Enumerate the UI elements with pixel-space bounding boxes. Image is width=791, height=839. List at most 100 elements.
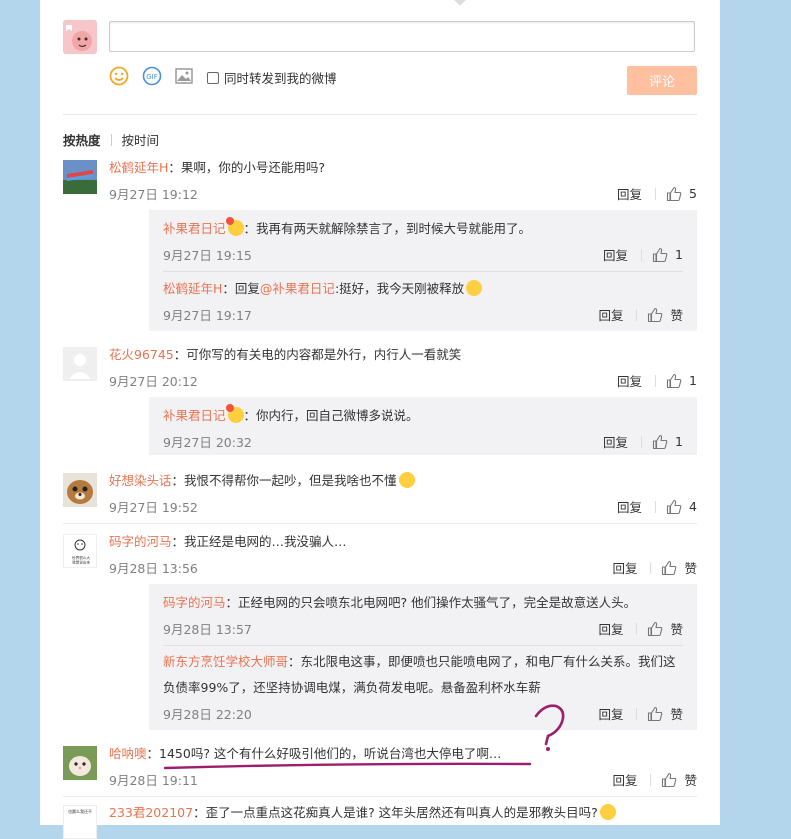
username-link[interactable]: 松鹤延年H xyxy=(163,281,222,296)
username-link[interactable]: 补果君日记 xyxy=(163,221,226,236)
thumbs-up-icon xyxy=(652,434,668,449)
reply-thread: 补果君日记 ：你内行，回自己微博多说说。 9月27日 20:32 回复 1 xyxy=(149,397,697,455)
like-count: 4 xyxy=(689,499,697,514)
thumbs-up-icon xyxy=(648,307,663,322)
action-separator xyxy=(655,374,657,387)
reply-button[interactable]: 回复 xyxy=(617,497,642,516)
like-button[interactable]: 1 xyxy=(652,434,683,450)
action-separator xyxy=(641,248,643,261)
laughing-emoji-icon xyxy=(466,280,483,296)
comment-item: 好想染头话：我恨不得帮你一起吵，但是我啥也不懂 9月27日 19:52 回复 4 xyxy=(63,471,697,521)
image-icon[interactable] xyxy=(174,66,194,86)
like-label: 赞 xyxy=(670,622,683,637)
comment-panel: GIF 同时转发到我的微博 评论 按热度 按时间 松鹤延年H：果啊，你的小号还能… xyxy=(40,0,720,839)
comment-item: 哈呐噢：1450吗? 这个有什么好吸引他们的，听说台湾也大停电了啊… 9月28日… xyxy=(63,744,697,794)
username-link[interactable]: 码字的河马 xyxy=(109,534,172,549)
reply-button[interactable]: 回复 xyxy=(598,704,623,723)
thumbs-up-icon xyxy=(648,621,663,636)
action-separator xyxy=(636,707,638,720)
reply-button[interactable]: 回复 xyxy=(612,558,637,577)
comment-input[interactable] xyxy=(109,21,695,52)
reply-thread: 码字的河马：正经电网的只会喷东北电网吧? 他们操作太骚气了，完全是故意送人头。 … xyxy=(149,584,697,730)
emoji-icon[interactable] xyxy=(109,66,129,86)
reply-button[interactable]: 回复 xyxy=(617,184,642,203)
like-count: 1 xyxy=(675,247,683,262)
thumbs-up-icon xyxy=(666,373,682,388)
fire-emoji-icon xyxy=(225,217,244,236)
mention-link[interactable]: @补果君日记 xyxy=(260,281,335,296)
forward-option[interactable]: 同时转发到我的微博 xyxy=(207,68,337,87)
username-link[interactable]: 花火96745 xyxy=(109,347,174,362)
reply-time: 9月28日 13:57 xyxy=(163,622,252,637)
action-separator xyxy=(655,500,657,513)
reply-button[interactable]: 回复 xyxy=(617,371,642,390)
action-separator xyxy=(650,773,652,786)
reply-item: 码字的河马：正经电网的只会喷东北电网吧? 他们操作太骚气了，完全是故意送人头。 … xyxy=(163,595,683,638)
thumbs-up-icon xyxy=(666,186,682,201)
reply-button[interactable]: 回复 xyxy=(603,432,628,451)
avatar-caption: 也晨么我还不 xyxy=(68,809,92,814)
username-link[interactable]: 233君202107 xyxy=(109,805,193,820)
sort-by-hot-tab[interactable]: 按热度 xyxy=(63,130,101,149)
like-label: 赞 xyxy=(670,308,683,323)
username-link[interactable]: 哈呐噢 xyxy=(109,746,147,761)
avatar[interactable] xyxy=(63,473,97,507)
comment-text: 哈呐噢：1450吗? 这个有什么好吸引他们的，听说台湾也大停电了啊… xyxy=(109,746,502,761)
crying-emoji-icon xyxy=(398,472,415,488)
reply-time: 9月27日 19:17 xyxy=(163,308,252,323)
avatar[interactable]: 也晨么我还不 xyxy=(63,805,97,839)
forward-checkbox[interactable] xyxy=(207,71,219,84)
fire-emoji-icon xyxy=(225,404,244,423)
reply-button[interactable]: 回复 xyxy=(598,305,623,324)
like-button[interactable]: 赞 xyxy=(647,305,683,324)
thumbs-up-icon xyxy=(662,560,677,575)
like-button[interactable]: 1 xyxy=(652,247,683,263)
composer-avatar xyxy=(63,20,97,54)
like-button[interactable]: 赞 xyxy=(661,558,697,577)
gif-icon[interactable]: GIF xyxy=(142,66,162,86)
action-separator xyxy=(636,622,638,635)
username-link[interactable]: 新东方烹饪学校大师哥 xyxy=(163,654,288,669)
thumbs-up-icon xyxy=(652,247,668,262)
avatar[interactable] xyxy=(63,746,97,780)
username-link[interactable]: 补果君日记 xyxy=(163,408,226,423)
thinking-emoji-icon xyxy=(599,804,616,820)
like-button[interactable]: 4 xyxy=(666,499,697,515)
reply-button[interactable]: 回复 xyxy=(612,770,637,789)
avatar[interactable]: 世界很么大 我想说出来 xyxy=(63,534,97,568)
reply-divider xyxy=(163,645,683,646)
username-link[interactable]: 好想染头话 xyxy=(109,473,172,488)
comment-divider xyxy=(63,523,697,524)
thumbs-up-icon xyxy=(662,772,677,787)
comment-time: 9月28日 13:56 xyxy=(109,561,198,576)
sort-separator xyxy=(110,133,112,146)
like-button[interactable]: 赞 xyxy=(661,770,697,789)
like-button[interactable]: 赞 xyxy=(647,704,683,723)
reply-text-continued: 负债率99%了，还坚持协调电煤，满负荷发电呢。悬备盈利杯水车薪 xyxy=(163,680,541,695)
sort-by-time-tab[interactable]: 按时间 xyxy=(122,130,160,149)
reply-time: 9月28日 22:20 xyxy=(163,707,252,722)
thumbs-up-icon xyxy=(648,706,663,721)
avatar[interactable] xyxy=(63,347,97,381)
reply-button[interactable]: 回复 xyxy=(603,245,628,264)
reply-time: 9月27日 20:32 xyxy=(163,435,252,450)
avatar[interactable] xyxy=(63,160,97,194)
action-separator xyxy=(641,435,643,448)
comment-text: 松鹤延年H：果啊，你的小号还能用吗? xyxy=(109,160,326,175)
username-link[interactable]: 码字的河马 xyxy=(163,595,226,610)
comment-text: 花火96745：可你写的有关电的内容都是外行，内行人一看就笑 xyxy=(109,347,462,362)
like-button[interactable]: 1 xyxy=(666,373,697,389)
submit-comment-button[interactable]: 评论 xyxy=(627,66,697,95)
thumbs-up-icon xyxy=(666,499,682,514)
reply-item: 补果君日记 ：你内行，回自己微博多说说。 9月27日 20:32 回复 1 xyxy=(163,404,683,451)
panel-caret xyxy=(454,0,466,6)
like-count: 1 xyxy=(689,373,697,388)
comment-item: 也晨么我还不 233君202107：歪了一点重点这花痴真人是谁? 这年头居然还有… xyxy=(63,803,697,839)
action-separator xyxy=(636,308,638,321)
comment-time: 9月27日 19:52 xyxy=(109,500,198,515)
like-button[interactable]: 赞 xyxy=(647,619,683,638)
username-link[interactable]: 松鹤延年H xyxy=(109,160,168,175)
like-label: 赞 xyxy=(684,561,697,576)
like-button[interactable]: 5 xyxy=(666,186,697,202)
reply-button[interactable]: 回复 xyxy=(598,619,623,638)
